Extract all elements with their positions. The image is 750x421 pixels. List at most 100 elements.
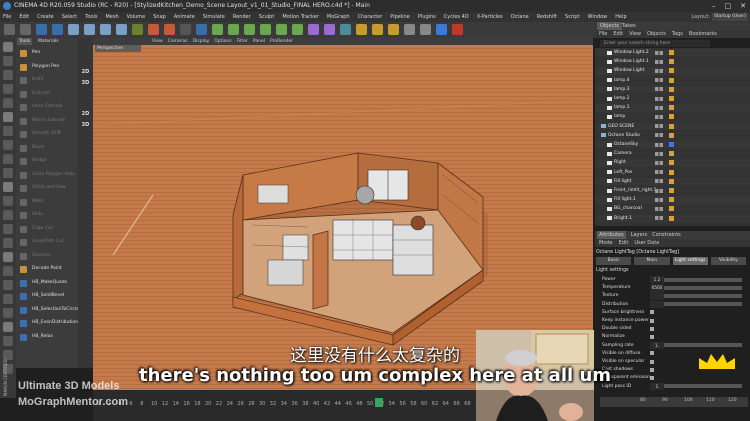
- object-row-lamp[interactable]: lamp: [595, 113, 750, 120]
- menu-item-mesh[interactable]: Mesh: [105, 12, 118, 22]
- mode-tool-20-icon[interactable]: [3, 308, 13, 318]
- toolbar-tool-24-icon[interactable]: [372, 24, 383, 35]
- tool-item-matrix-extrude[interactable]: Matrix Extrude: [18, 116, 76, 126]
- visibility-dots-icon[interactable]: [655, 142, 663, 147]
- attribute-value-field[interactable]: 1.2: [650, 276, 664, 284]
- menu-item-script[interactable]: Script: [565, 12, 580, 22]
- attribute-menu-mode[interactable]: Mode: [599, 239, 613, 247]
- visibility-dots-icon[interactable]: [655, 197, 663, 202]
- visibility-dots-icon[interactable]: [655, 206, 663, 211]
- mode-tool-5-icon[interactable]: [3, 98, 13, 108]
- object-tag-icon[interactable]: [669, 86, 674, 92]
- object-tag-icon[interactable]: [669, 123, 674, 129]
- attribute-row-temperature[interactable]: Temperature 6500: [598, 284, 748, 292]
- view-3d-button[interactable]: 3D: [80, 79, 91, 88]
- toolbar-tool-9-icon[interactable]: [132, 24, 143, 35]
- mode-tool-8-icon[interactable]: [3, 140, 13, 150]
- tab-tools[interactable]: Tools: [17, 38, 33, 45]
- visibility-dots-icon[interactable]: [655, 124, 663, 129]
- object-tag-icon[interactable]: [669, 188, 674, 193]
- toolbar-tool-1-icon[interactable]: [4, 24, 15, 35]
- mode-tool-3-icon[interactable]: [3, 70, 13, 80]
- menu-item-simulate[interactable]: Simulate: [203, 12, 225, 22]
- viewport-menu-panel[interactable]: Panel: [253, 38, 265, 45]
- view-2d-button-2[interactable]: 2D: [80, 110, 91, 119]
- mode-tool-13-icon[interactable]: [3, 210, 13, 220]
- object-tag-icon[interactable]: [669, 59, 674, 65]
- toolbar-tool-6-icon[interactable]: [84, 24, 95, 35]
- visibility-dots-icon[interactable]: [655, 160, 663, 165]
- tab-attributes[interactable]: Attributes: [597, 231, 626, 239]
- viewport-menu-filter[interactable]: Filter: [237, 38, 248, 45]
- visibility-dots-icon[interactable]: [655, 170, 663, 175]
- object-tag-icon[interactable]: [669, 169, 674, 175]
- toolbar-tool-28-icon[interactable]: [436, 24, 447, 35]
- attribute-row-double-sided[interactable]: Double sided: [598, 325, 748, 332]
- tab-layers[interactable]: Layers: [631, 231, 648, 239]
- object-row-window-light[interactable]: Window Light: [595, 67, 750, 75]
- menu-item-create[interactable]: Create: [37, 12, 54, 22]
- object-tag-icon[interactable]: [669, 206, 674, 212]
- toolbar-tool-3-icon[interactable]: [36, 24, 47, 35]
- viewport-menu-view[interactable]: View: [152, 38, 163, 45]
- menu-item-cycles-4d[interactable]: Cycles 4D: [444, 12, 469, 22]
- mode-tool-16-icon[interactable]: [3, 252, 13, 262]
- object-tag-icon[interactable]: [669, 68, 674, 74]
- mode-tool-9-icon[interactable]: [3, 154, 13, 164]
- tool-item-dissolve[interactable]: Dissolve: [18, 251, 76, 261]
- tab-materials[interactable]: Materials: [36, 38, 61, 45]
- visibility-dots-icon[interactable]: [655, 96, 663, 101]
- attribute-value-field[interactable]: 6500: [650, 284, 664, 292]
- mode-tool-15-icon[interactable]: [3, 238, 13, 248]
- object-search-input[interactable]: Enter your search string here: [600, 40, 710, 47]
- attribute-tab-basic[interactable]: Basic: [596, 257, 632, 265]
- attribute-value-field[interactable]: [650, 292, 664, 300]
- attribute-menu-user-data[interactable]: User Data: [634, 239, 659, 247]
- visibility-dots-icon[interactable]: [655, 216, 663, 221]
- object-tag-icon[interactable]: [669, 178, 674, 184]
- maximize-button[interactable]: □: [725, 0, 732, 12]
- menu-item-motion-tracker[interactable]: Motion Tracker: [282, 12, 319, 22]
- object-row-window-light-2[interactable]: Window Light.2: [595, 49, 750, 57]
- tool-item-knife[interactable]: Knife: [18, 75, 76, 85]
- attribute-checkbox[interactable]: [650, 318, 654, 323]
- object-row-window-light-1[interactable]: Window Light.1: [595, 58, 750, 65]
- attribute-menu-edit[interactable]: Edit: [619, 239, 629, 247]
- object-tag-icon[interactable]: [669, 132, 674, 138]
- close-button[interactable]: ✕: [740, 0, 746, 12]
- toolbar-tool-27-icon[interactable]: [420, 24, 431, 35]
- visibility-dots-icon[interactable]: [655, 151, 663, 156]
- menu-item-tools[interactable]: Tools: [85, 12, 97, 22]
- layout-select[interactable]: Startup (User): [712, 13, 748, 21]
- object-row-fill-light-1[interactable]: Fill light.1: [595, 196, 750, 204]
- visibility-dots-icon[interactable]: [655, 68, 663, 73]
- menu-item-x-particles[interactable]: X-Particles: [477, 12, 503, 22]
- menu-item-volume[interactable]: Volume: [127, 12, 146, 22]
- menu-item-plugins[interactable]: Plugins: [418, 12, 436, 22]
- viewport-menu-options[interactable]: Options: [214, 38, 231, 45]
- tab-takes[interactable]: Takes: [619, 22, 639, 30]
- attribute-row-surface-brightness[interactable]: Surface brightness: [598, 309, 748, 316]
- mode-tool-22-icon[interactable]: [3, 336, 13, 346]
- tool-item-decode-point[interactable]: Decode Point: [18, 264, 76, 274]
- toolbar-tool-4-icon[interactable]: [52, 24, 63, 35]
- menu-item-help[interactable]: Help: [615, 12, 626, 22]
- object-tag-icon[interactable]: [669, 197, 674, 203]
- tool-item-bridge[interactable]: Bridge: [18, 156, 76, 166]
- toolbar-tool-17-icon[interactable]: [260, 24, 271, 35]
- tool-item-polygon-pen[interactable]: Polygon Pen: [18, 62, 76, 72]
- view-2d-button[interactable]: 2D: [80, 68, 91, 77]
- tool-item-inner-extrude[interactable]: Inner Extrude: [18, 102, 76, 112]
- attribute-row-keep-instance-power[interactable]: Keep instance power: [598, 317, 748, 324]
- minimize-button[interactable]: –: [712, 0, 716, 12]
- viewport-menu-prorender[interactable]: ProRender: [270, 38, 293, 45]
- mode-tool-4-icon[interactable]: [3, 84, 13, 94]
- attribute-tab-main[interactable]: Main: [634, 257, 670, 265]
- attribute-row-texture[interactable]: Texture: [598, 292, 748, 300]
- attribute-checkbox[interactable]: [650, 326, 654, 331]
- toolbar-tool-11-icon[interactable]: [164, 24, 175, 35]
- view-3d-button-2[interactable]: 3D: [80, 121, 91, 130]
- object-row-front-rimlit-right-1[interactable]: Front_rimlit_right.1: [595, 187, 750, 194]
- object-row-lamp-4[interactable]: lamp.4: [595, 77, 750, 84]
- menu-item-render[interactable]: Render: [233, 12, 251, 22]
